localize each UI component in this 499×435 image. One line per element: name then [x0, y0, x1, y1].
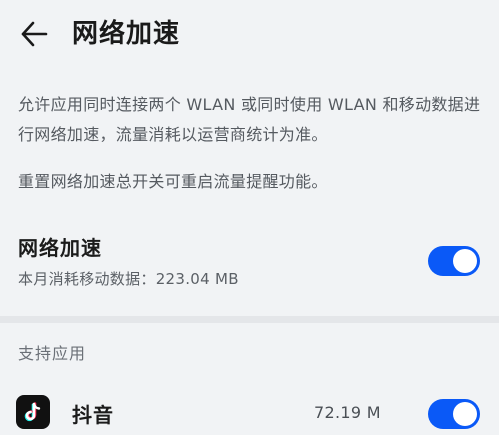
app-name: 抖音 [72, 403, 114, 427]
reset-hint: 重置网络加速总开关可重启流量提醒功能。 [18, 172, 328, 191]
network-boost-switch[interactable] [428, 246, 480, 276]
douyin-icon [16, 395, 50, 429]
switch-knob [453, 249, 477, 273]
network-boost-row[interactable]: 网络加速 本月消耗移动数据：223.04 MB [0, 224, 499, 302]
network-boost-title: 网络加速 [18, 236, 102, 260]
app-row-douyin[interactable]: 抖音 72.19 M [0, 383, 499, 435]
back-button[interactable] [14, 14, 54, 54]
header-bar: 网络加速 [0, 0, 499, 68]
section-divider [0, 316, 499, 323]
app-boost-switch[interactable] [428, 399, 480, 429]
app-usage: 72.19 M [314, 403, 381, 422]
supported-apps-label: 支持应用 [18, 344, 87, 363]
feature-description: 允许应用同时连接两个 WLAN 或同时使用 WLAN 和移动数据进行网络加速，流… [18, 95, 481, 144]
monthly-usage-text: 本月消耗移动数据：223.04 MB [18, 270, 239, 288]
arrow-left-icon [21, 21, 48, 47]
switch-knob [453, 402, 477, 426]
page-title: 网络加速 [72, 19, 181, 49]
